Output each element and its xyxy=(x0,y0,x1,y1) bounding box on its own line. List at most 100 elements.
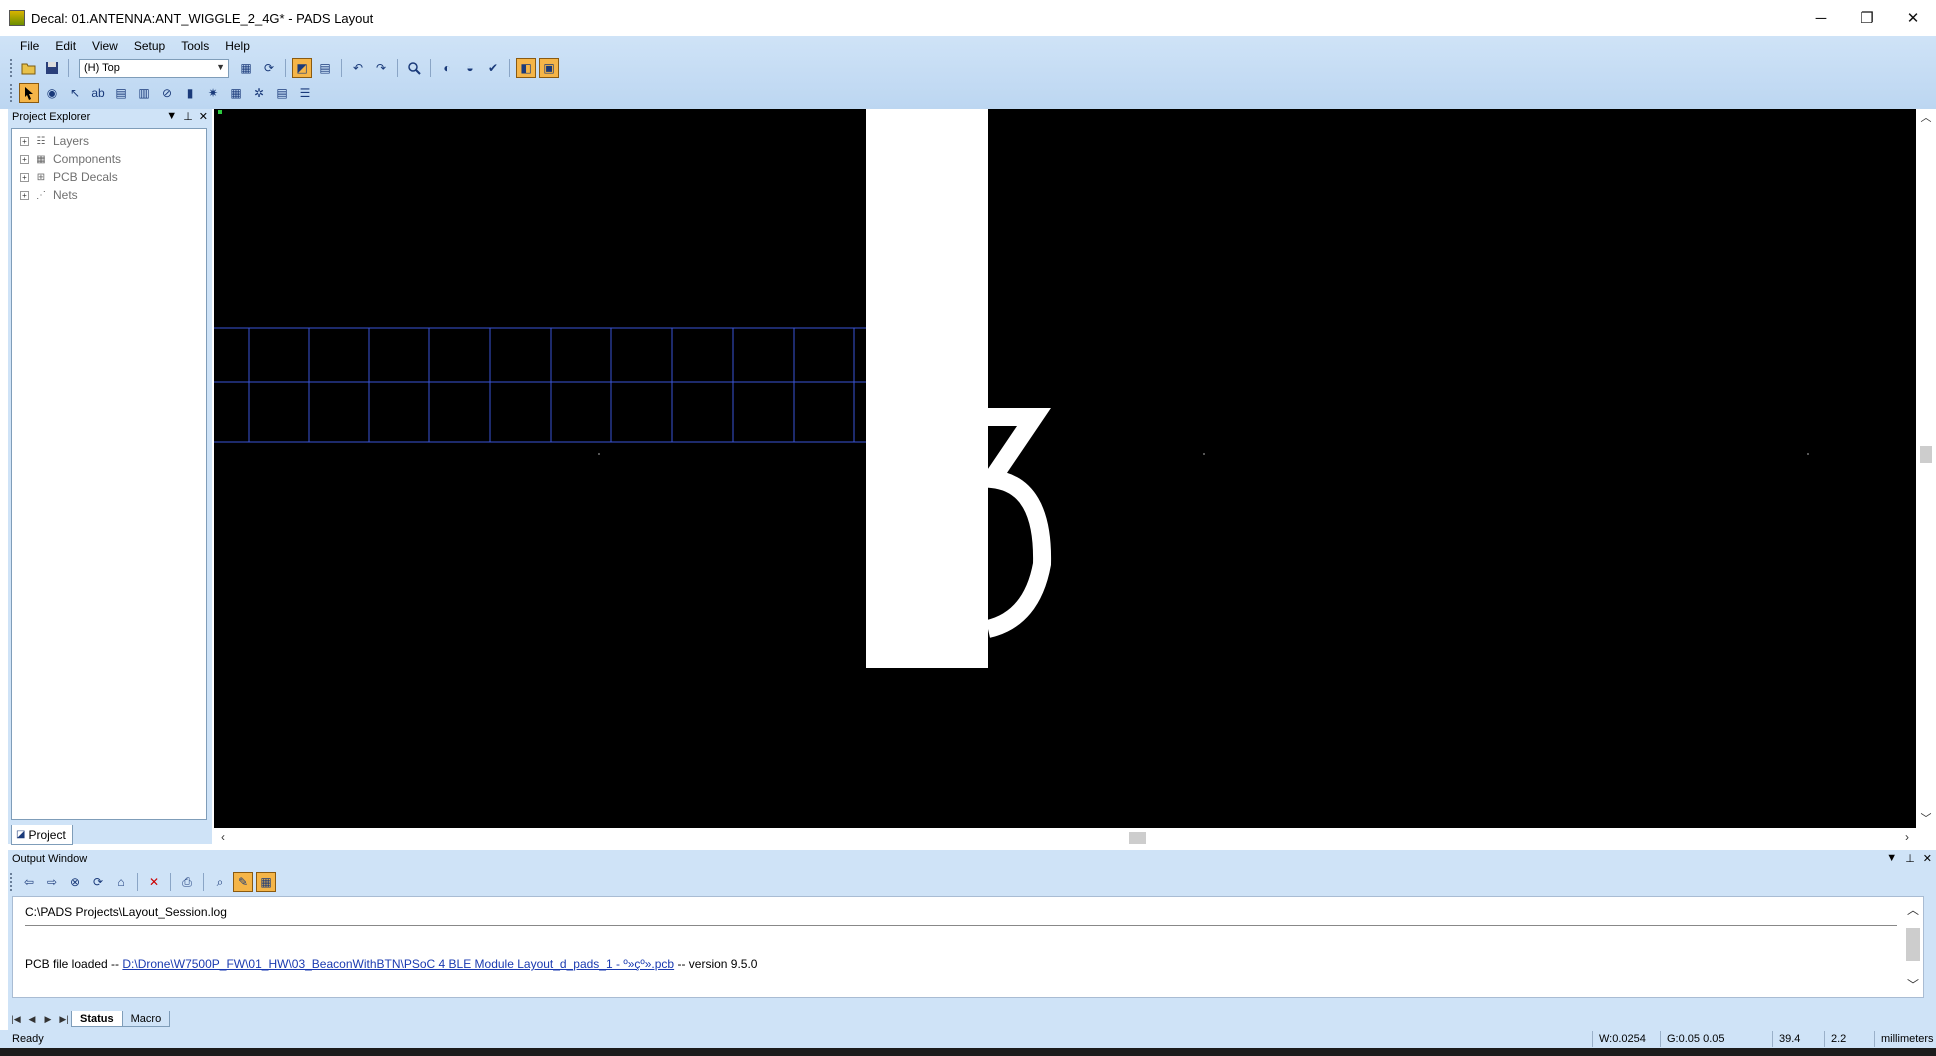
list-icon[interactable]: ☰ xyxy=(295,83,315,103)
toolbar-separator xyxy=(137,873,138,891)
chevron-down-icon: ▼ xyxy=(216,61,225,72)
refresh-icon[interactable]: ⟳ xyxy=(88,872,108,892)
expand-icon[interactable]: + xyxy=(20,190,29,200)
canvas-vertical-scrollbar[interactable]: ︿ ﹀ xyxy=(1916,109,1936,828)
close-icon[interactable]: ✕ xyxy=(1923,852,1932,865)
pads-icon[interactable]: ▦ xyxy=(226,83,246,103)
scroll-thumb[interactable] xyxy=(1129,832,1146,844)
title-bar: Decal: 01.ANTENNA:ANT_WIGGLE_2_4G* - PAD… xyxy=(0,0,1936,36)
log-suffix: -- version 9.5.0 xyxy=(674,957,758,971)
home-icon[interactable]: ⌂ xyxy=(111,872,131,892)
layers-icon: ☷ xyxy=(36,135,46,147)
find-icon[interactable]: ⌕ xyxy=(210,872,230,892)
attribute-icon[interactable]: ▮ xyxy=(180,83,200,103)
canvas-horizontal-scrollbar[interactable]: ‹ › xyxy=(214,828,1916,848)
menu-view[interactable]: View xyxy=(84,39,126,53)
restore-button[interactable]: ❐ xyxy=(1844,0,1890,36)
output-toolbar: ⇦ ⇨ ⊗ ⟳ ⌂ ✕ ⎙ ⌕ ✎ ▦ xyxy=(8,870,276,894)
design-toolbar-icon[interactable]: ◩ xyxy=(292,58,312,78)
menu-setup[interactable]: Setup xyxy=(126,39,173,53)
2d-line-icon[interactable]: ↖ xyxy=(65,83,85,103)
terminal-icon[interactable]: ◉ xyxy=(42,83,62,103)
output-vertical-scrollbar[interactable]: ︿ ﹀ xyxy=(1903,897,1923,997)
menu-edit[interactable]: Edit xyxy=(47,39,84,53)
expand-icon[interactable]: + xyxy=(20,136,29,146)
toolbar-separator xyxy=(203,873,204,891)
scroll-up-icon[interactable]: ︿ xyxy=(1916,109,1936,127)
next-tab-icon[interactable]: ▶ xyxy=(40,1014,56,1025)
pane-dropdown-icon[interactable]: ▼ xyxy=(1886,852,1897,865)
copper-icon[interactable]: ▤ xyxy=(111,83,131,103)
status-text: Ready xyxy=(12,1033,44,1045)
output-log[interactable]: C:\PADS Projects\Layout_Session.log PCB … xyxy=(12,896,1924,998)
wizard-icon[interactable]: ✷ xyxy=(203,83,223,103)
tab-status[interactable]: Status xyxy=(71,1011,123,1027)
tab-macro[interactable]: Macro xyxy=(121,1011,171,1027)
scroll-down-icon[interactable]: ﹀ xyxy=(1916,810,1936,828)
table-icon[interactable]: ▤ xyxy=(272,83,292,103)
select-arrow-icon[interactable] xyxy=(19,83,39,103)
back-icon[interactable]: ⇦ xyxy=(19,872,39,892)
tree-item-label: Components xyxy=(53,152,122,166)
tree-item-nets[interactable]: + ⋰ Nets xyxy=(12,186,206,204)
scroll-up-icon[interactable]: ︿ xyxy=(1903,901,1923,918)
pin-icon[interactable]: ⊥ xyxy=(1905,852,1915,865)
tree-item-components[interactable]: + ▦ Components xyxy=(12,150,206,168)
toolbar-grip[interactable] xyxy=(10,873,14,891)
drafting-icon[interactable]: ▤ xyxy=(315,58,335,78)
refresh-icon[interactable]: ⟳ xyxy=(259,58,279,78)
first-tab-icon[interactable]: |◀ xyxy=(8,1014,24,1025)
view-nets-icon[interactable]: ◒ xyxy=(460,58,480,78)
verify-icon[interactable]: ✔ xyxy=(483,58,503,78)
menu-file[interactable]: File xyxy=(12,39,47,53)
antenna-pad[interactable] xyxy=(866,109,988,668)
redo-icon[interactable]: ↷ xyxy=(371,58,391,78)
last-tab-icon[interactable]: ▶| xyxy=(56,1014,72,1025)
decal-toolbar: ◉ ↖ ab ▤ ▥ ⊘ ▮ ✷ ▦ ✲ ▤ ☰ xyxy=(10,81,315,105)
grid-view-icon[interactable]: ▦ xyxy=(256,872,276,892)
menu-help[interactable]: Help xyxy=(217,39,258,53)
copper-cutout-icon[interactable]: ▥ xyxy=(134,83,154,103)
pads-app-icon xyxy=(9,10,25,26)
scroll-right-icon[interactable]: › xyxy=(1898,830,1916,844)
pin-icon[interactable]: ⊥ xyxy=(183,110,193,123)
toolbar-grip[interactable] xyxy=(10,59,14,77)
close-button[interactable]: ✕ xyxy=(1890,0,1936,36)
zoom-icon[interactable] xyxy=(404,58,424,78)
expand-icon[interactable]: + xyxy=(20,154,29,164)
tree-item-layers[interactable]: + ☷ Layers xyxy=(12,132,206,150)
scroll-thumb[interactable] xyxy=(1920,446,1932,463)
undo-icon[interactable]: ↶ xyxy=(348,58,368,78)
pcb-file-link[interactable]: D:\Drone\W7500P_FW\01_HW\03_BeaconWithBT… xyxy=(122,957,674,971)
layer-select[interactable]: (H) Top ▼ xyxy=(79,58,229,78)
minimize-button[interactable]: ─ xyxy=(1798,0,1844,36)
scroll-down-icon[interactable]: ﹀ xyxy=(1903,976,1923,993)
save-icon[interactable] xyxy=(42,58,62,78)
forward-icon[interactable]: ⇨ xyxy=(42,872,62,892)
expand-icon[interactable]: + xyxy=(20,172,29,182)
edit-icon[interactable]: ✎ xyxy=(233,872,253,892)
tree-item-pcb-decals[interactable]: + ⊞ PCB Decals xyxy=(12,168,206,186)
status-units: millimeters xyxy=(1874,1031,1936,1047)
scroll-left-icon[interactable]: ‹ xyxy=(214,830,232,844)
delete-icon[interactable]: ✕ xyxy=(144,872,164,892)
open-icon[interactable] xyxy=(19,58,39,78)
layer-select-value: (H) Top xyxy=(84,62,120,74)
keepout-icon[interactable]: ⊘ xyxy=(157,83,177,103)
view-icon[interactable]: ◐ xyxy=(437,58,457,78)
scroll-thumb[interactable] xyxy=(1906,928,1920,961)
text-icon[interactable]: ab xyxy=(88,83,108,103)
stop-icon[interactable]: ⊗ xyxy=(65,872,85,892)
print-icon[interactable]: ⎙ xyxy=(177,872,197,892)
tab-project[interactable]: ◪ Project xyxy=(11,825,73,845)
properties-icon[interactable]: ▦ xyxy=(236,58,256,78)
output-window-toggle-icon[interactable]: ▣ xyxy=(539,58,559,78)
pane-dropdown-icon[interactable]: ▼ xyxy=(166,110,177,123)
design-canvas[interactable] xyxy=(214,109,1916,828)
menu-tools[interactable]: Tools xyxy=(173,39,217,53)
prev-tab-icon[interactable]: ◀ xyxy=(24,1014,40,1025)
close-icon[interactable]: ✕ xyxy=(199,110,208,123)
dxf-icon[interactable]: ✲ xyxy=(249,83,269,103)
select-mode-icon[interactable]: ◧ xyxy=(516,58,536,78)
toolbar-grip[interactable] xyxy=(10,84,14,102)
